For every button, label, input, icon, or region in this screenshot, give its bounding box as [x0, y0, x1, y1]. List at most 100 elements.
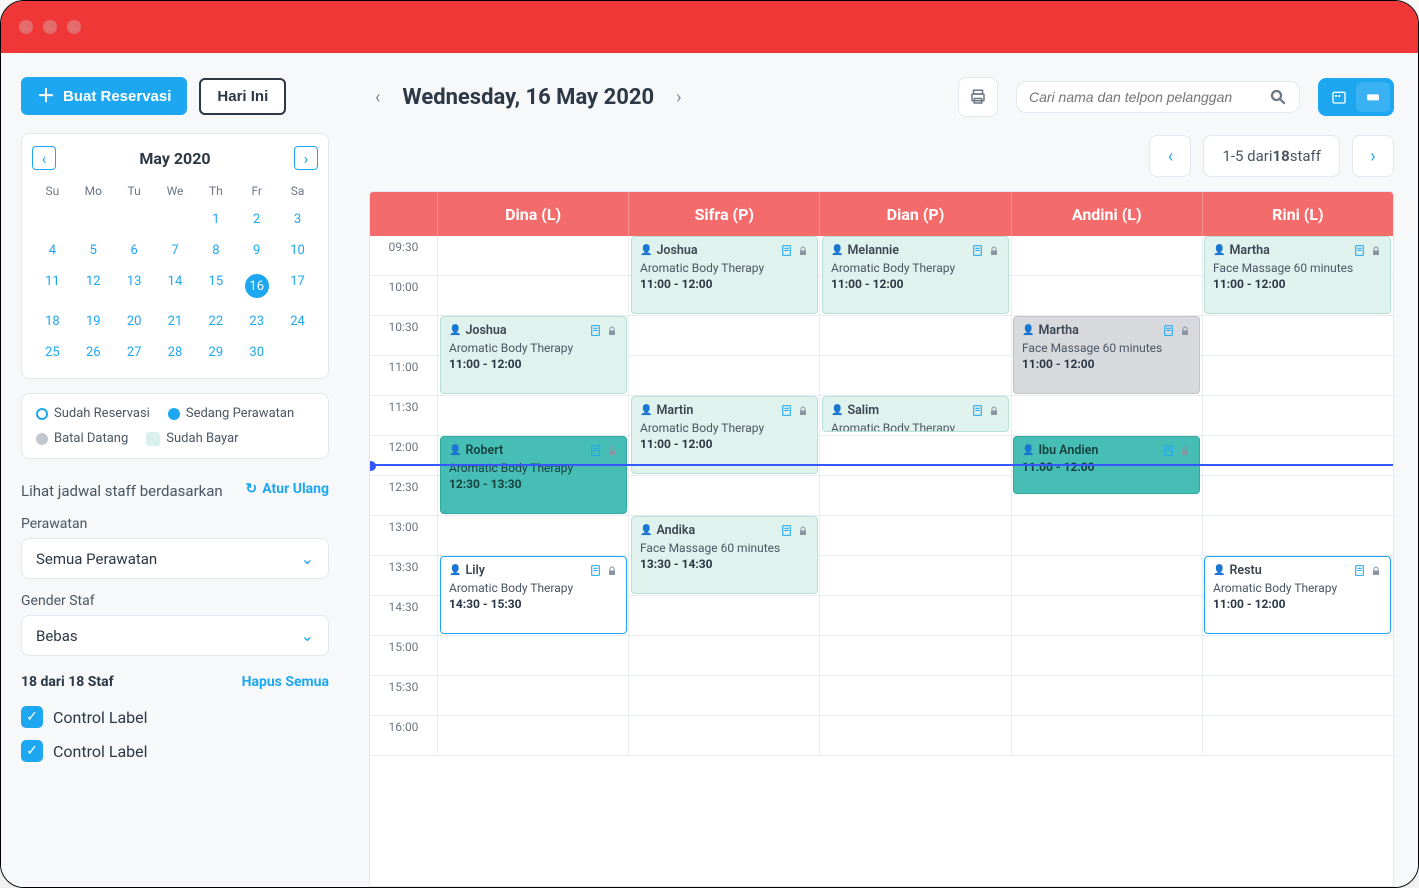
mini-calendar-day[interactable]: 11: [32, 266, 73, 306]
mini-calendar-day[interactable]: 12: [73, 266, 114, 306]
current-date: Wednesday, 16 May 2020: [402, 85, 654, 110]
reservation-card[interactable]: 👤MelannieAromatic Body Therapy11:00 - 12…: [822, 236, 1009, 314]
calendar-view-button[interactable]: [1322, 82, 1356, 112]
mini-calendar-dow: Fr: [236, 178, 277, 204]
mini-calendar-day[interactable]: 19: [73, 306, 114, 337]
mini-calendar-day[interactable]: 20: [114, 306, 155, 337]
lock-icon: [1370, 245, 1382, 257]
mini-calendar-day[interactable]: 2: [236, 204, 277, 235]
person-icon: 👤: [640, 525, 652, 536]
traffic-light-maximize[interactable]: [67, 20, 81, 34]
mini-calendar-day[interactable]: 18: [32, 306, 73, 337]
person-icon: 👤: [1213, 245, 1225, 256]
date-prev-button[interactable]: ‹: [369, 83, 386, 112]
time-label: 10:30: [370, 316, 438, 355]
list-view-button[interactable]: [1356, 82, 1390, 112]
mini-calendar-day[interactable]: 5: [73, 235, 114, 266]
mini-calendar-day[interactable]: 15: [195, 266, 236, 306]
mini-calendar-day[interactable]: 22: [195, 306, 236, 337]
staff-column-header[interactable]: Rini (L): [1203, 192, 1393, 236]
reservation-card[interactable]: 👤RestuAromatic Body Therapy11:00 - 12:00: [1204, 556, 1391, 634]
mini-calendar-day[interactable]: 4: [32, 235, 73, 266]
mini-calendar-day[interactable]: 25: [32, 337, 73, 368]
lock-icon: [1179, 325, 1191, 337]
lock-icon: [797, 245, 809, 257]
mini-calendar-day[interactable]: 27: [114, 337, 155, 368]
clear-all-link[interactable]: Hapus Semua: [242, 674, 329, 690]
print-button[interactable]: [958, 77, 998, 117]
current-time-indicator: [370, 464, 1393, 466]
mini-calendar-day[interactable]: 17: [277, 266, 318, 306]
plus-icon: ＋: [37, 87, 55, 105]
traffic-light-minimize[interactable]: [43, 20, 57, 34]
mini-calendar-day[interactable]: 28: [155, 337, 196, 368]
note-icon: [589, 324, 602, 337]
staff-column-header[interactable]: Dian (P): [820, 192, 1011, 236]
create-reservation-button[interactable]: ＋ Buat Reservasi: [21, 77, 187, 115]
reset-filters-link[interactable]: ↻ Atur Ulang: [246, 481, 329, 497]
mini-calendar-day[interactable]: 9: [236, 235, 277, 266]
mini-calendar-day: [114, 204, 155, 235]
person-icon: 👤: [449, 325, 461, 336]
window-titlebar: [1, 1, 1418, 53]
reservation-card[interactable]: 👤RobertAromatic Body Therapy12:30 - 13:3…: [440, 436, 627, 514]
staff-check-label: Control Label: [53, 708, 148, 727]
staff-check-item[interactable]: ✓ Control Label: [21, 700, 329, 734]
search-box[interactable]: [1016, 81, 1300, 113]
staff-next-button[interactable]: ›: [1352, 135, 1394, 177]
staff-column-header[interactable]: Sifra (P): [629, 192, 820, 236]
staff-column-header[interactable]: Andini (L): [1012, 192, 1203, 236]
treatment-value: Semua Perawatan: [36, 550, 157, 568]
mini-calendar-day[interactable]: 7: [155, 235, 196, 266]
mini-calendar-day[interactable]: 1: [195, 204, 236, 235]
mini-calendar-day[interactable]: 26: [73, 337, 114, 368]
reservation-card[interactable]: 👤LilyAromatic Body Therapy14:30 - 15:30: [440, 556, 627, 634]
time-label: 09:30: [370, 236, 438, 275]
mini-calendar-day[interactable]: 14: [155, 266, 196, 306]
mini-calendar-prev[interactable]: ‹: [32, 146, 56, 170]
treatment-select[interactable]: Semua Perawatan ⌄: [21, 538, 329, 579]
date-next-button[interactable]: ›: [670, 83, 687, 112]
search-icon: [1269, 88, 1287, 106]
lock-icon: [988, 245, 1000, 257]
time-label: 10:00: [370, 276, 438, 315]
mini-calendar-day: [73, 204, 114, 235]
mini-calendar-day[interactable]: 16: [236, 266, 277, 306]
mini-calendar-day[interactable]: 21: [155, 306, 196, 337]
gender-select[interactable]: Bebas ⌄: [21, 615, 329, 656]
mini-calendar-day[interactable]: 30: [236, 337, 277, 368]
legend-in-treatment: Sedang Perawatan: [168, 406, 294, 421]
staff-prev-button[interactable]: ‹: [1149, 135, 1191, 177]
reservation-card[interactable]: 👤AndikaFace Massage 60 minutes13:30 - 14…: [631, 516, 818, 594]
chevron-down-icon: ⌄: [301, 549, 314, 568]
time-label: 16:00: [370, 716, 438, 755]
reservation-card[interactable]: 👤MarthaFace Massage 60 minutes11:00 - 12…: [1013, 316, 1200, 394]
mini-calendar-day[interactable]: 23: [236, 306, 277, 337]
note-icon: [971, 404, 984, 417]
lock-icon: [797, 405, 809, 417]
reservation-card[interactable]: 👤MartinAromatic Body Therapy11:00 - 12:0…: [631, 396, 818, 474]
note-icon: [780, 244, 793, 257]
reservation-card[interactable]: 👤JoshuaAromatic Body Therapy11:00 - 12:0…: [631, 236, 818, 314]
mini-calendar-day[interactable]: 13: [114, 266, 155, 306]
time-label: 15:00: [370, 636, 438, 675]
reservation-card[interactable]: 👤SalimAromatic Body Therapy: [822, 396, 1009, 432]
mini-calendar-dow: Tu: [114, 178, 155, 204]
checkbox-checked-icon: ✓: [21, 706, 43, 728]
reservation-card[interactable]: 👤MarthaFace Massage 60 minutes11:00 - 12…: [1204, 236, 1391, 314]
reservation-card[interactable]: 👤JoshuaAromatic Body Therapy11:00 - 12:0…: [440, 316, 627, 394]
mini-calendar-next[interactable]: ›: [294, 146, 318, 170]
time-label: 13:30: [370, 556, 438, 595]
mini-calendar-day[interactable]: 8: [195, 235, 236, 266]
mini-calendar-day[interactable]: 29: [195, 337, 236, 368]
staff-check-item[interactable]: ✓ Control Label: [21, 734, 329, 768]
staff-column-header[interactable]: Dina (L): [438, 192, 629, 236]
search-input[interactable]: [1029, 89, 1259, 105]
mini-calendar-day[interactable]: 10: [277, 235, 318, 266]
mini-calendar-day[interactable]: 3: [277, 204, 318, 235]
today-button[interactable]: Hari Ini: [199, 78, 286, 115]
mini-calendar-day[interactable]: 6: [114, 235, 155, 266]
main-area: ‹ Wednesday, 16 May 2020 ›: [349, 53, 1418, 887]
mini-calendar-day[interactable]: 24: [277, 306, 318, 337]
traffic-light-close[interactable]: [19, 20, 33, 34]
